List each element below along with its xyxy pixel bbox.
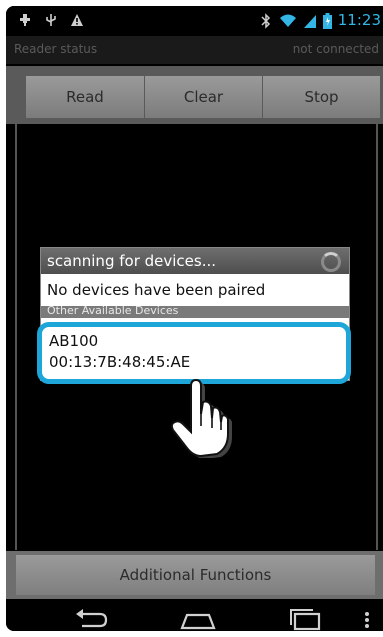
other-devices-header: Other Available Devices <box>41 306 349 318</box>
status-left-icons <box>18 13 84 27</box>
status-bar: 11:23 <box>6 6 383 36</box>
battery-icon <box>322 13 332 29</box>
menu-icon[interactable] <box>364 611 370 631</box>
status-right-icons: 11:23 <box>259 11 381 29</box>
dialog-title-bar: scanning for devices... <box>41 248 349 274</box>
clear-button[interactable]: Clear <box>145 76 262 118</box>
reader-status-row: Reader status not connected <box>6 36 383 64</box>
bluetooth-icon <box>259 13 273 29</box>
additional-functions-bar: Additional Functions <box>6 551 383 599</box>
usb-debug-icon <box>44 13 58 27</box>
device-list-item[interactable] <box>37 322 351 384</box>
recent-apps-icon[interactable] <box>288 607 322 631</box>
signal-icon <box>303 13 317 28</box>
action-toolbar: Read Clear Stop <box>6 66 383 124</box>
other-devices-header-label: Other Available Devices <box>47 306 179 317</box>
stop-button[interactable]: Stop <box>263 76 380 118</box>
no-paired-devices-text: No devices have been paired <box>47 281 266 299</box>
loading-spinner-icon <box>321 252 341 272</box>
read-button[interactable]: Read <box>26 76 144 118</box>
back-icon[interactable] <box>74 607 108 631</box>
status-time: 11:23 <box>337 11 381 29</box>
dialog-title: scanning for devices... <box>47 252 217 270</box>
warning-icon <box>70 13 84 27</box>
reader-status-label: Reader status <box>14 42 98 56</box>
navigation-bar <box>6 599 383 631</box>
additional-functions-button[interactable]: Additional Functions <box>16 555 375 595</box>
hand-pointer-icon <box>165 378 235 462</box>
usb-icon <box>18 13 32 27</box>
home-icon[interactable] <box>180 607 216 631</box>
reader-status-value: not connected <box>292 42 379 56</box>
wifi-icon <box>279 13 297 27</box>
